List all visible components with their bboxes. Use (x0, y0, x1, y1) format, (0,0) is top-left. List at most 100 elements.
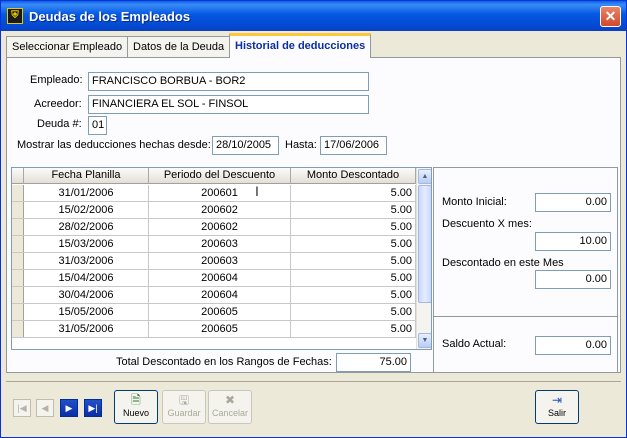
table-row[interactable]: 31/05/2006 200605 5.00 (12, 321, 416, 338)
empleado-label: Empleado: (30, 74, 83, 86)
empleado-field[interactable]: FRANCISCO BORBUA - BOR2 (88, 72, 369, 91)
prev-record-button[interactable]: ◀ (36, 399, 54, 417)
desde-label: Mostrar las deducciones hechas desde: (17, 139, 211, 151)
acreedor-field[interactable]: FINANCIERA EL SOL - FINSOL (88, 95, 369, 114)
row-selector[interactable] (12, 236, 24, 252)
guardar-label: Guardar (167, 408, 201, 418)
table-row[interactable]: 15/05/2006 200605 5.00 (12, 304, 416, 321)
deuda-label: Deuda #: (37, 118, 82, 130)
descontado-mes-field[interactable]: 0.00 (535, 270, 611, 289)
tab-seleccionar-empleado[interactable]: Seleccionar Empleado (6, 36, 129, 57)
cell-periodo[interactable]: 200605 (149, 321, 291, 337)
row-selector[interactable] (12, 253, 24, 269)
table-row[interactable]: 30/04/2006 200604 5.00 (12, 287, 416, 304)
guardar-button[interactable]: 🖫 Guardar (162, 390, 206, 424)
cell-periodo[interactable]: 200603 (149, 253, 291, 269)
summary-divider (434, 316, 617, 317)
column-fecha-planilla[interactable]: Fecha Planilla (24, 168, 149, 184)
row-selector[interactable] (12, 304, 24, 320)
nuevo-button[interactable]: 🗎 Nuevo (114, 390, 158, 424)
cell-fecha[interactable]: 15/02/2006 (24, 202, 149, 218)
text-cursor-icon: I (255, 183, 259, 199)
table-row[interactable]: 15/02/2006 200602 5.00 (12, 202, 416, 219)
desde-field[interactable]: 28/10/2005 (212, 136, 279, 155)
app-shield-icon: ⛨ (7, 8, 23, 24)
nuevo-label: Nuevo (122, 408, 149, 418)
cancel-icon: ✖ (224, 393, 236, 407)
bottom-divider (6, 381, 621, 382)
cell-periodo[interactable]: 200604 (149, 270, 291, 286)
cell-periodo[interactable]: 200603 (149, 236, 291, 252)
column-monto-descontado[interactable]: Monto Descontado (291, 168, 416, 184)
table-row[interactable]: 15/04/2006 200604 5.00 (12, 270, 416, 287)
row-selector[interactable] (12, 202, 24, 218)
cell-monto[interactable]: 5.00 (291, 304, 416, 320)
deductions-grid[interactable]: Fecha Planilla Periodo del Descuento Mon… (11, 167, 432, 350)
exit-door-icon: ⇥ (551, 393, 563, 407)
cell-fecha[interactable]: 15/04/2006 (24, 270, 149, 286)
tab-datos-deuda[interactable]: Datos de la Deuda (127, 36, 231, 57)
cell-monto[interactable]: 5.00 (291, 185, 416, 201)
cell-fecha[interactable]: 31/05/2006 (24, 321, 149, 337)
cell-fecha[interactable]: 15/03/2006 (24, 236, 149, 252)
scroll-down-button[interactable]: ▼ (418, 333, 431, 348)
cell-monto[interactable]: 5.00 (291, 236, 416, 252)
column-periodo-descuento[interactable]: Periodo del Descuento (149, 168, 291, 184)
table-row[interactable]: 31/03/2006 200603 5.00 (12, 253, 416, 270)
new-document-icon: 🗎 (131, 393, 141, 407)
grid-header: Fecha Planilla Periodo del Descuento Mon… (12, 168, 416, 184)
first-record-button[interactable]: |◀ (13, 399, 31, 417)
salir-button[interactable]: ⇥ Salir (535, 390, 579, 424)
cell-monto[interactable]: 5.00 (291, 219, 416, 235)
cell-monto[interactable]: 5.00 (291, 287, 416, 303)
cell-fecha[interactable]: 31/03/2006 (24, 253, 149, 269)
cell-fecha[interactable]: 30/04/2006 (24, 287, 149, 303)
row-selector[interactable] (12, 321, 24, 337)
acreedor-label: Acreedor: (34, 98, 82, 110)
saldo-actual-label: Saldo Actual: (442, 338, 507, 350)
row-selector[interactable] (12, 185, 24, 201)
cell-monto[interactable]: 5.00 (291, 270, 416, 286)
salir-label: Salir (547, 408, 566, 418)
cell-periodo[interactable]: 200602 (149, 219, 291, 235)
descuento-mes-field[interactable]: 10.00 (535, 232, 611, 251)
cell-periodo[interactable]: 200604 (149, 287, 291, 303)
cell-periodo[interactable]: 200601 (149, 185, 291, 201)
cell-periodo[interactable]: 200602 (149, 202, 291, 218)
row-selector[interactable] (12, 270, 24, 286)
close-button[interactable]: ✕ (600, 6, 621, 27)
grid-scrollbar[interactable]: ▲ ▼ (416, 168, 431, 349)
table-row[interactable]: 31/01/2006 200601 5.00 (12, 185, 416, 202)
table-row[interactable]: 15/03/2006 200603 5.00 (12, 236, 416, 253)
hasta-field[interactable]: 17/06/2006 (320, 136, 387, 155)
scroll-thumb[interactable] (418, 185, 431, 303)
main-window: ⛨ Deudas de los Empleados ✕ Seleccionar … (0, 0, 627, 438)
cancelar-label: Cancelar (211, 408, 249, 418)
row-selector[interactable] (12, 287, 24, 303)
total-field[interactable]: 75.00 (336, 353, 411, 372)
window-title: Deudas de los Empleados (29, 9, 191, 24)
row-selector[interactable] (12, 219, 24, 235)
descuento-mes-label: Descuento X mes: (442, 218, 532, 230)
saldo-actual-field[interactable]: 0.00 (535, 336, 611, 355)
hasta-label: Hasta: (285, 139, 317, 151)
deuda-field[interactable]: 01 (88, 116, 107, 135)
descontado-mes-label: Descontado en este Mes (442, 257, 564, 269)
cell-fecha[interactable]: 15/05/2006 (24, 304, 149, 320)
title-bar[interactable]: ⛨ Deudas de los Empleados ✕ (1, 1, 626, 31)
cell-fecha[interactable]: 31/01/2006 (24, 185, 149, 201)
tab-historial-deducciones[interactable]: Historial de deducciones (229, 33, 372, 58)
table-row[interactable]: 28/02/2006 200602 5.00 (12, 219, 416, 236)
monto-inicial-field[interactable]: 0.00 (535, 193, 611, 212)
cell-monto[interactable]: 5.00 (291, 321, 416, 337)
last-record-button[interactable]: ▶| (84, 399, 102, 417)
scroll-up-button[interactable]: ▲ (418, 169, 431, 184)
cell-monto[interactable]: 5.00 (291, 202, 416, 218)
cancelar-button[interactable]: ✖ Cancelar (208, 390, 252, 424)
next-record-button[interactable]: ▶ (60, 399, 78, 417)
save-icon: 🖫 (178, 393, 190, 407)
cell-fecha[interactable]: 28/02/2006 (24, 219, 149, 235)
cell-periodo[interactable]: 200605 (149, 304, 291, 320)
monto-inicial-label: Monto Inicial: (442, 196, 507, 208)
cell-monto[interactable]: 5.00 (291, 253, 416, 269)
